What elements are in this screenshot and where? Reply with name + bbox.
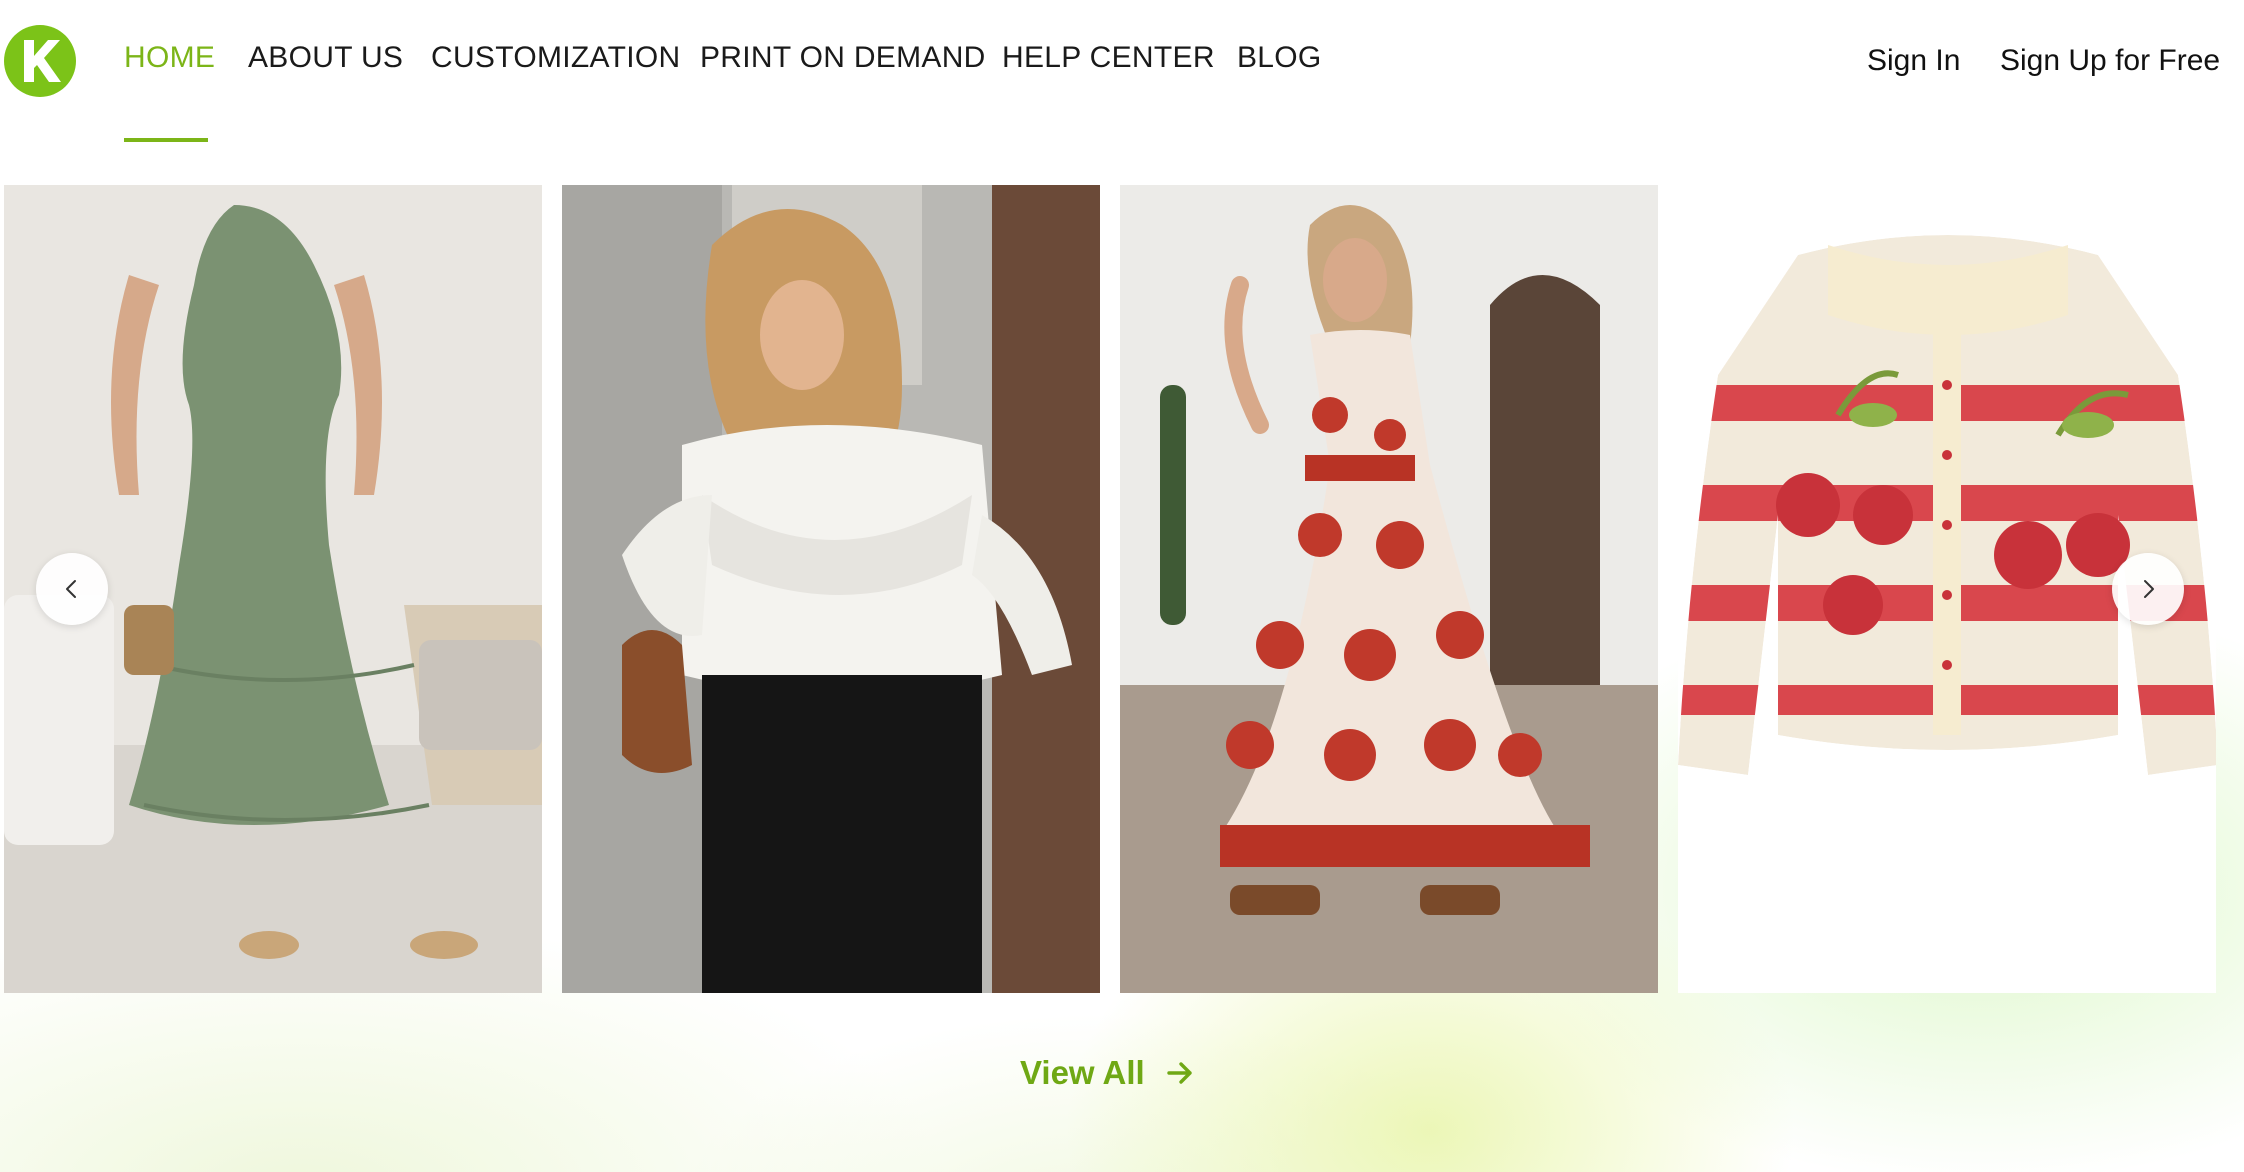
nav-home[interactable]: HOME	[124, 41, 215, 75]
view-all-link[interactable]: View All	[1020, 1054, 1195, 1092]
brand-logo[interactable]	[4, 25, 76, 97]
product-carousel	[0, 185, 2244, 993]
product-image-white-blouse	[562, 185, 1100, 993]
site-header: HOME ABOUT US CUSTOMIZATION PRINT ON DEM…	[0, 0, 2244, 142]
carousel-next-button[interactable]	[2112, 553, 2184, 625]
logo-k-icon	[24, 40, 61, 82]
arrow-right-icon	[1167, 1062, 1192, 1084]
product-image-floral-dress	[1120, 185, 1658, 993]
nav-active-indicator	[124, 138, 208, 142]
chevron-right-icon	[2144, 580, 2154, 598]
view-all-label: View All	[1020, 1054, 1145, 1091]
nav-customization[interactable]: CUSTOMIZATION	[431, 41, 680, 75]
sign-in-link[interactable]: Sign In	[1867, 44, 1960, 78]
sign-up-link[interactable]: Sign Up for Free	[2000, 44, 2220, 78]
nav-blog[interactable]: BLOG	[1237, 41, 1322, 75]
product-card[interactable]	[1120, 185, 1658, 993]
nav-about-us[interactable]: ABOUT US	[248, 41, 403, 75]
nav-print-on-demand[interactable]: PRINT ON DEMAND	[700, 41, 986, 75]
product-card[interactable]	[562, 185, 1100, 993]
nav-help-center[interactable]: HELP CENTER	[1002, 41, 1215, 75]
chevron-left-icon	[66, 580, 76, 598]
carousel-prev-button[interactable]	[36, 553, 108, 625]
